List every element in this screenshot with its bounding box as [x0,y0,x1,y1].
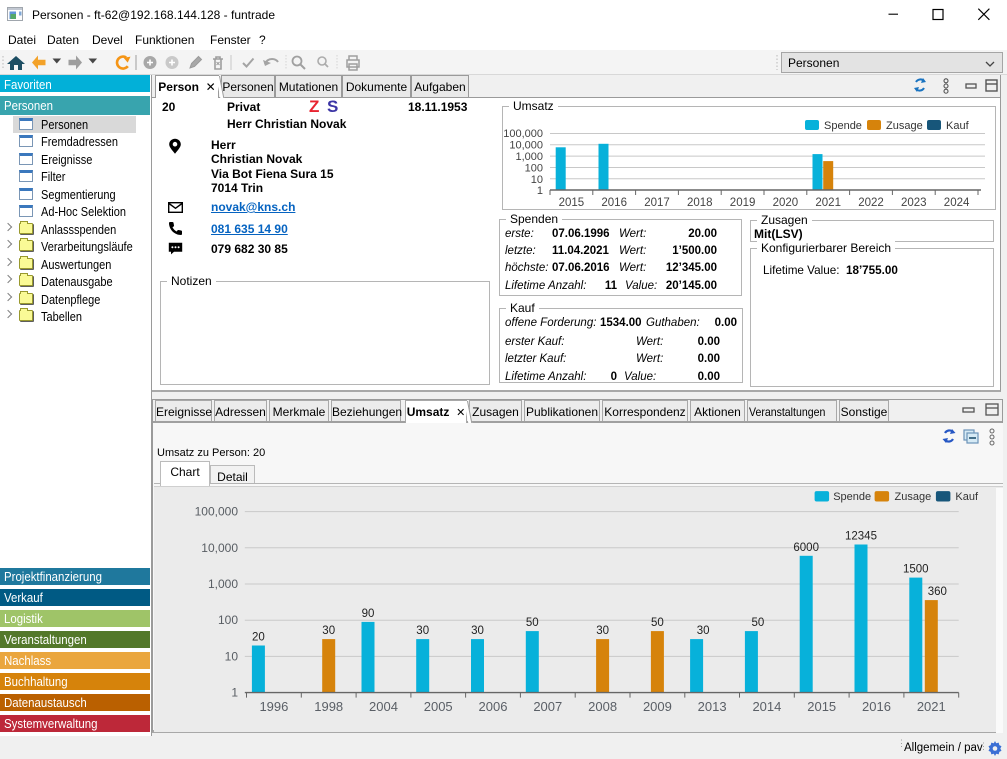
svg-text:2007: 2007 [533,699,562,714]
svg-text:100: 100 [525,163,543,175]
svg-text:10,000: 10,000 [201,541,238,555]
svg-text:2017: 2017 [644,197,670,209]
svg-text:6000: 6000 [793,542,819,554]
svg-text:100,000: 100,000 [195,505,239,519]
svg-text:Zusage: Zusage [895,491,932,503]
svg-text:50: 50 [526,617,539,629]
svg-text:1,000: 1,000 [515,151,543,163]
svg-text:2023: 2023 [901,197,927,209]
svg-text:50: 50 [752,617,765,629]
svg-text:2018: 2018 [687,197,713,209]
svg-text:2005: 2005 [424,699,453,714]
svg-text:12345: 12345 [845,531,877,543]
svg-text:Kauf: Kauf [955,491,979,503]
svg-text:2016: 2016 [601,197,627,209]
svg-text:50: 50 [651,617,664,629]
svg-text:100: 100 [218,613,238,627]
svg-text:10: 10 [531,174,543,186]
svg-text:100,000: 100,000 [503,128,543,140]
svg-text:30: 30 [322,625,335,637]
svg-text:2021: 2021 [917,699,946,714]
svg-text:30: 30 [596,625,609,637]
svg-text:2020: 2020 [773,197,799,209]
svg-text:Zusage: Zusage [886,120,923,132]
svg-text:2004: 2004 [369,699,398,714]
svg-text:Kauf: Kauf [946,120,970,132]
svg-text:2021: 2021 [815,197,841,209]
svg-text:30: 30 [471,625,484,637]
svg-text:2016: 2016 [862,699,891,714]
svg-text:2014: 2014 [752,699,781,714]
svg-text:1: 1 [231,686,238,700]
svg-text:2024: 2024 [944,197,970,209]
svg-text:1500: 1500 [903,564,929,576]
svg-text:90: 90 [362,608,375,620]
svg-text:30: 30 [416,625,429,637]
svg-text:2009: 2009 [643,699,672,714]
svg-text:2008: 2008 [588,699,617,714]
svg-text:1996: 1996 [259,699,288,714]
svg-text:10,000: 10,000 [509,140,543,152]
svg-text:1998: 1998 [314,699,343,714]
svg-text:1: 1 [537,185,543,197]
svg-text:10: 10 [225,649,239,663]
svg-text:2006: 2006 [479,699,508,714]
svg-text:20: 20 [252,632,265,644]
svg-text:1,000: 1,000 [208,577,238,591]
svg-text:360: 360 [928,586,947,598]
svg-text:30: 30 [697,625,710,637]
svg-text:2015: 2015 [807,699,836,714]
svg-text:2015: 2015 [559,197,585,209]
svg-text:2019: 2019 [730,197,756,209]
svg-text:2022: 2022 [858,197,884,209]
svg-text:2013: 2013 [698,699,727,714]
svg-text:Spende: Spende [833,491,871,503]
svg-text:Spende: Spende [824,120,862,132]
